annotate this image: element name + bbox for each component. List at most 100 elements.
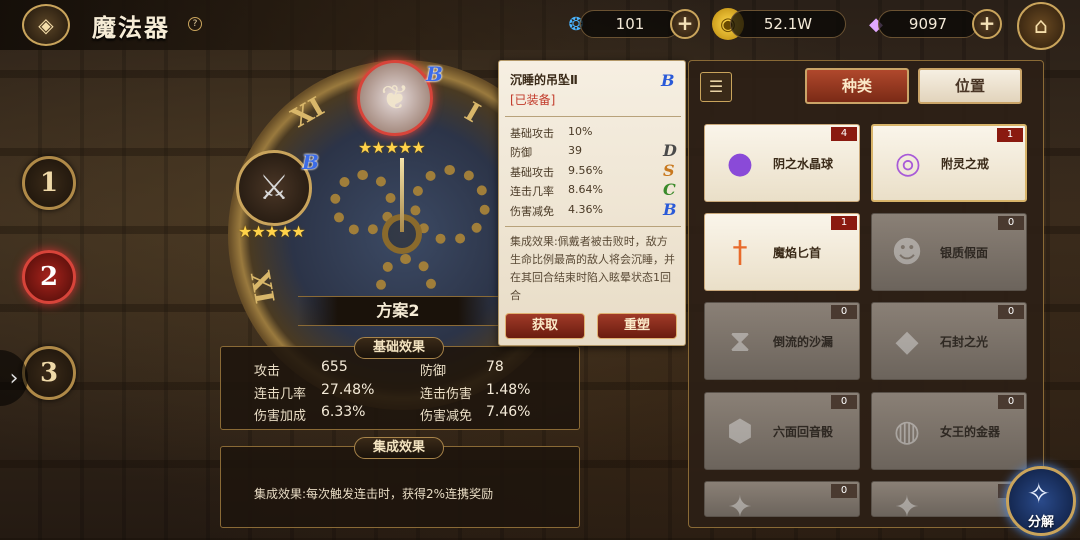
tooltip-stat-value: 4.36% xyxy=(568,203,603,216)
item-card[interactable]: ◎ 附灵之戒 1 xyxy=(871,124,1027,202)
base-stats-tab: 基础效果 xyxy=(354,337,445,359)
acquire-button[interactable]: 获取 xyxy=(505,313,585,339)
item-name: 附灵之戒 xyxy=(941,156,990,171)
stat-label: 连击伤害 xyxy=(420,387,473,402)
pendant-icon: ❦ xyxy=(380,78,410,118)
page-title: 魔法器 xyxy=(92,13,170,42)
item-card[interactable]: ⬢ 六面回音骰 0 xyxy=(704,392,860,470)
decompose-compass-icon: ✧ xyxy=(1027,477,1051,510)
stat-label: 防御 xyxy=(420,364,447,379)
item-card[interactable]: ✦ 0 xyxy=(871,481,1027,517)
dice-icon: ⬢ xyxy=(726,413,754,449)
item-count: 0 xyxy=(998,216,1024,230)
top-slot-grade: B xyxy=(426,62,443,86)
item-card[interactable]: ● 阴之水晶球 4 xyxy=(704,124,860,202)
plan-name-banner: 方案2 xyxy=(298,296,498,326)
clock-hand xyxy=(400,158,404,232)
stat-value: 78 xyxy=(486,359,504,375)
stat-label: 攻击 xyxy=(254,364,281,379)
stat-value: 6.33% xyxy=(321,404,366,420)
tooltip-stat-label: 基础攻击 xyxy=(510,166,554,179)
crystal-ball-icon: ● xyxy=(726,145,754,181)
tooltip-stat-value: 10% xyxy=(568,125,593,138)
item-name: 石封之光 xyxy=(940,334,989,349)
hourglass-icon: ⧗ xyxy=(729,323,751,359)
tooltip-title: 沉睡的吊坠Ⅱ xyxy=(510,73,578,87)
item-card[interactable]: ◍ 女王的金器 0 xyxy=(871,392,1027,470)
stat-grade-badge: C xyxy=(663,180,676,199)
plan-slot-2[interactable]: 2 xyxy=(22,250,76,304)
currency-diamond: 9097 xyxy=(878,10,978,38)
list-view-icon[interactable]: ☰ xyxy=(700,72,732,102)
mask-icon: ☻ xyxy=(891,234,923,270)
stat-value: 7.46% xyxy=(486,404,531,420)
set-effect-text: 集成效果:每次触发连击时，获得2%连携奖励 xyxy=(254,487,494,501)
item-count: 0 xyxy=(831,395,857,409)
item-card[interactable]: ⧗ 倒流的沙漏 0 xyxy=(704,302,860,380)
stat-label: 伤害加成 xyxy=(254,409,307,424)
item-count: 0 xyxy=(831,484,857,498)
home-button[interactable]: ⌂ xyxy=(1017,2,1065,50)
equip-slot-pendant[interactable]: ❦ xyxy=(357,60,433,136)
item-name: 银质假面 xyxy=(940,245,989,260)
item-tooltip: 沉睡的吊坠Ⅱ B [已装备] 基础攻击 10% 防御 39 D 基础攻击 9.5… xyxy=(498,60,686,346)
tooltip-stat-label: 基础攻击 xyxy=(510,127,554,140)
item-count: 1 xyxy=(997,128,1023,142)
home-icon: ⌂ xyxy=(1034,13,1048,39)
add-diamond-button[interactable]: + xyxy=(972,9,1002,39)
equip-slot-axe[interactable]: ⚔ xyxy=(236,150,312,226)
item-card[interactable]: ✦ 0 xyxy=(704,481,860,517)
ring-icon: ◎ xyxy=(894,145,922,181)
clock-numeral: IX xyxy=(246,268,282,306)
back-button[interactable]: ◈ xyxy=(22,4,70,46)
left-slot-stars: ★★★★★ xyxy=(238,222,306,241)
left-slot-grade: B xyxy=(302,150,319,174)
stat-grade-badge: B xyxy=(663,200,677,219)
plan-slot-1[interactable]: 1 xyxy=(22,156,76,210)
stat-label: 连击几率 xyxy=(254,387,307,402)
reforge-button[interactable]: 重塑 xyxy=(597,313,677,339)
item-count: 0 xyxy=(831,305,857,319)
divider xyxy=(505,116,681,117)
add-drop-button[interactable]: + xyxy=(670,9,700,39)
tooltip-stat-value: 39 xyxy=(568,144,582,157)
item-count: 0 xyxy=(998,395,1024,409)
currency-drop: 101 xyxy=(580,10,680,38)
clock-gear xyxy=(410,165,490,245)
decompose-button[interactable]: ✧ 分解 xyxy=(1006,466,1076,536)
tooltip-set-desc: 集成效果:佩戴者被击败时，敌方生命比例最高的敌人将会沉睡，并在其回合结束时陷入眩… xyxy=(510,235,675,302)
back-diamond-icon: ◈ xyxy=(38,13,54,37)
dagger-icon: † xyxy=(732,234,748,270)
divider xyxy=(505,226,681,227)
tooltip-equipped-tag: [已装备] xyxy=(510,93,556,107)
tooltip-grade: B xyxy=(661,71,675,90)
plan-slot-3[interactable]: 3 xyxy=(22,346,76,400)
axe-icon: ⚔ xyxy=(258,168,290,208)
stat-value: 27.48% xyxy=(321,382,375,398)
stat-value: 1.48% xyxy=(486,382,531,398)
stat-grade-badge: S xyxy=(663,161,675,180)
help-icon[interactable]: ? xyxy=(188,17,202,31)
tooltip-stat-value: 9.56% xyxy=(568,164,603,177)
tab-position[interactable]: 位置 xyxy=(918,68,1022,104)
item-count: 0 xyxy=(998,305,1024,319)
item-name: 魔焰匕首 xyxy=(773,245,822,260)
item-card[interactable]: ◆ 石封之光 0 xyxy=(871,302,1027,380)
tooltip-stat-label: 连击几率 xyxy=(510,185,554,198)
set-effect-tab: 集成效果 xyxy=(354,437,445,459)
item-name: 女王的金器 xyxy=(940,424,1001,439)
tooltip-stat-value: 8.64% xyxy=(568,183,603,196)
item-name: 倒流的沙漏 xyxy=(773,334,834,349)
decompose-label: 分解 xyxy=(1027,515,1054,530)
item-name: 阴之水晶球 xyxy=(773,156,834,171)
currency-gold: 52.1W xyxy=(730,10,846,38)
stat-grade-badge: D xyxy=(663,141,677,160)
crystal-shard-icon: ◆ xyxy=(895,323,919,359)
tooltip-stat-label: 防御 xyxy=(510,146,532,159)
item-card[interactable]: † 魔焰匕首 1 xyxy=(704,213,860,291)
stat-label: 伤害减免 xyxy=(420,409,473,424)
item-count: 4 xyxy=(831,127,857,141)
tab-type[interactable]: 种类 xyxy=(805,68,909,104)
item-count: 1 xyxy=(831,216,857,230)
item-card[interactable]: ☻ 银质假面 0 xyxy=(871,213,1027,291)
